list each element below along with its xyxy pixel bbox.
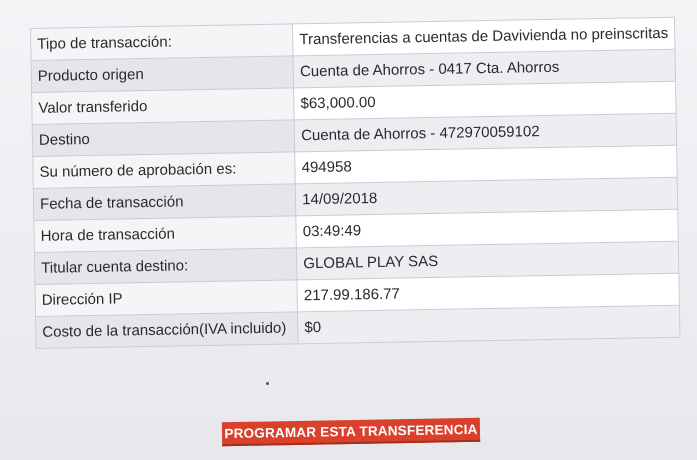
transaction-receipt-screen: Tipo de transacción: Transferencias a cu… [0, 0, 697, 460]
row-label: Producto origen [31, 55, 294, 93]
row-label: Destino [32, 119, 295, 157]
row-label: Hora de transacción [33, 215, 297, 253]
screen-speck [266, 382, 269, 385]
row-label: Valor transferido [31, 87, 295, 125]
row-label: Dirección IP [34, 279, 298, 317]
schedule-transfer-button[interactable]: PROGRAMAR ESTA TRANSFERENCIA [221, 417, 481, 447]
row-label: Su número de aprobación es: [32, 151, 296, 189]
row-label: Costo de la transacción(IVA incluido) [35, 311, 299, 349]
row-label: Tipo de transacción: [30, 23, 294, 61]
row-label: Titular cuenta destino: [34, 247, 298, 285]
row-label: Fecha de transacción [33, 183, 297, 221]
row-value: $0 [297, 305, 680, 344]
transaction-details-table: Tipo de transacción: Transferencias a cu… [30, 16, 681, 349]
